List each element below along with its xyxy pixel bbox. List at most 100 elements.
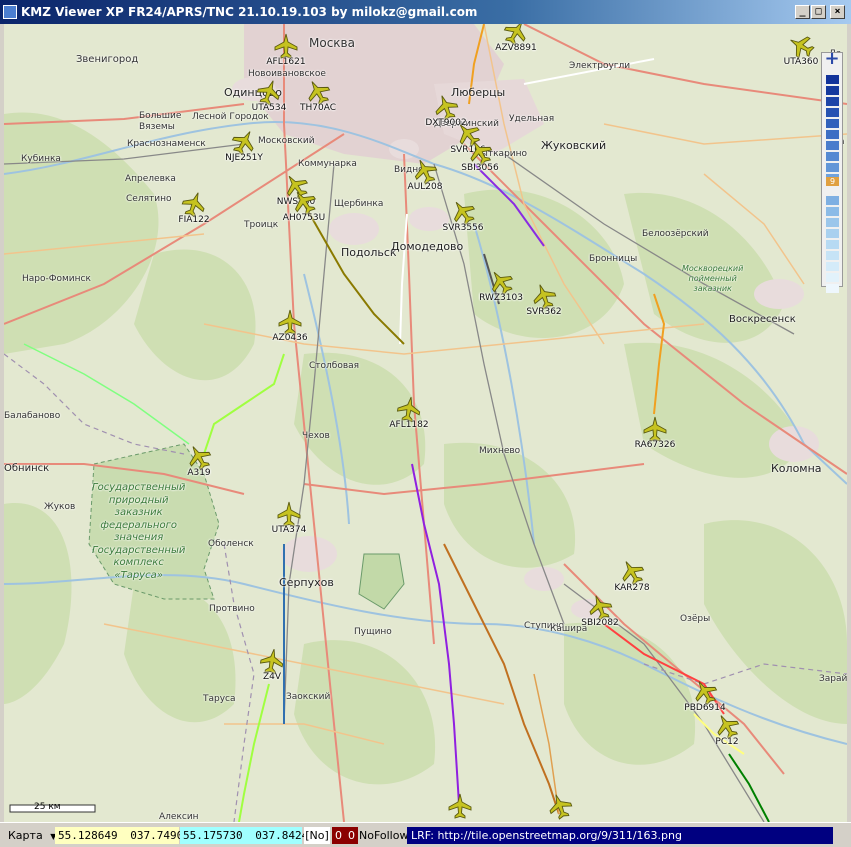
aircraft-marker[interactable] [433, 94, 459, 121]
place-label-podolsk: Подольск [341, 246, 397, 259]
place-label-obninsk: Обнинск [4, 463, 50, 474]
zoom-level-segment[interactable] [826, 262, 839, 271]
aircraft-callsign: PC12 [715, 737, 739, 747]
place-label-elektrougli: Электроугли [569, 61, 631, 71]
aircraft-marker[interactable] [276, 501, 302, 527]
aircraft-marker[interactable] [305, 79, 331, 106]
zoom-level-segment[interactable] [826, 207, 839, 216]
zoom-in-button[interactable]: + [824, 50, 840, 68]
zoom-level-segment[interactable] [826, 229, 839, 238]
follow-toggle[interactable]: NoFollow [359, 827, 408, 844]
zoom-level-segment[interactable] [826, 141, 839, 150]
aircraft-marker[interactable] [714, 713, 740, 740]
aircraft-marker[interactable] [692, 679, 718, 706]
zoom-level-segment[interactable] [826, 152, 839, 161]
aircraft-marker[interactable] [587, 594, 613, 621]
place-label-aleksin: Алексин [159, 812, 199, 822]
aircraft-marker[interactable] [256, 79, 282, 106]
zoom-control[interactable]: + 9 [821, 50, 843, 293]
aircraft-marker[interactable] [259, 648, 285, 675]
count-b: 0 [345, 827, 358, 844]
aircraft-marker[interactable] [231, 129, 257, 156]
maximize-button[interactable]: □ [811, 5, 826, 19]
place-label-belozerskiy: Белоозёрский [642, 229, 709, 239]
aircraft-marker[interactable] [412, 158, 438, 185]
count-a: 0 [332, 827, 345, 844]
airplane-icon [448, 793, 472, 819]
place-label-tarusa: Таруса [203, 694, 236, 704]
place-label-chekhov: Чехов [302, 431, 330, 441]
aircraft-callsign: AFL1182 [389, 420, 429, 430]
place-label-zhukovskiy: Жуковский [541, 139, 607, 152]
aircraft-callsign: AFL1621 [266, 57, 306, 67]
close-button[interactable]: × [830, 5, 845, 19]
aircraft-marker[interactable] [531, 283, 557, 310]
zoom-level-segment[interactable] [826, 284, 839, 293]
aircraft-callsign: SVR3556 [442, 223, 484, 233]
aircraft-marker[interactable] [186, 444, 212, 471]
airplane-icon [277, 501, 301, 527]
zoom-level-segment[interactable] [826, 108, 839, 117]
map-view[interactable]: Москва Звенигород Новоивановское Одинцово Бо… [4, 24, 847, 822]
cursor-lat: 55.128649 [58, 829, 118, 842]
aircraft-marker[interactable] [547, 793, 573, 820]
window-title: KMZ Viewer XP FR24/APRS/TNC 21.10.19.103… [21, 5, 478, 19]
zoom-level-segment[interactable] [826, 119, 839, 128]
zoom-level-segment[interactable] [826, 218, 839, 227]
place-label-domodedovo: Домодедово [391, 240, 464, 253]
place-label-protvino: Протвино [209, 604, 255, 614]
place-label-lyubertsy: Люберцы [451, 86, 506, 99]
place-label-shcherbinka: Щербинка [334, 199, 384, 209]
zoom-level-segment[interactable] [826, 97, 839, 106]
place-label-zaraysk: Зарайск [819, 674, 847, 684]
aircraft-marker[interactable] [642, 416, 668, 442]
aircraft-marker[interactable] [291, 189, 317, 216]
aircraft-marker[interactable] [788, 33, 815, 59]
aircraft-marker[interactable] [467, 139, 493, 166]
place-label-bolshie-vyazemy: Большие Вяземы [139, 111, 182, 133]
zoom-level-segment[interactable] [826, 75, 839, 84]
place-label-krasnoznamensk: Краснознаменск [127, 139, 206, 149]
place-label-zaoksky: Заокский [286, 692, 331, 702]
aircraft-marker[interactable] [488, 269, 514, 296]
scale-label: 25 км [34, 802, 61, 812]
place-label-selyatino: Селятино [126, 194, 172, 204]
tile-url: LRF: http://tile.openstreetmap.org/9/311… [407, 827, 833, 844]
aircraft-marker[interactable] [619, 559, 645, 586]
aircraft-marker[interactable] [273, 33, 299, 59]
app-window: KMZ Viewer XP FR24/APRS/TNC 21.10.19.103… [0, 0, 851, 847]
zoom-level-segment[interactable] [826, 196, 839, 205]
aircraft-callsign: TH70AC [300, 103, 336, 113]
place-label-moskovskiy: Московский [258, 136, 315, 146]
zoom-level-segment[interactable] [826, 86, 839, 95]
minimize-button[interactable]: _ [795, 5, 810, 19]
airplane-icon [643, 416, 667, 442]
aircraft-callsign: FIA122 [178, 215, 210, 225]
place-label-ozery: Озёры [680, 614, 711, 624]
center-lat: 55.175730 [183, 829, 243, 842]
aircraft-marker[interactable] [396, 396, 422, 423]
cursor-coords: 55.128649 037.749023 [55, 827, 196, 844]
place-label-aprelevka: Апрелевка [125, 174, 176, 184]
zoom-level: 9 [826, 177, 839, 186]
aircraft-callsign: AH0753U [282, 213, 326, 223]
zoom-level-segment[interactable] [826, 163, 839, 172]
zoom-level-segment[interactable] [826, 130, 839, 139]
aircraft-marker[interactable] [277, 309, 303, 335]
aircraft-marker[interactable] [503, 24, 529, 46]
title-bar[interactable]: KMZ Viewer XP FR24/APRS/TNC 21.10.19.103… [0, 0, 851, 24]
zoom-level-segment[interactable] [826, 273, 839, 282]
no-indicator[interactable]: [No] [304, 827, 330, 844]
aircraft-marker[interactable] [447, 793, 473, 819]
aircraft-marker[interactable] [181, 191, 207, 218]
place-label-serpukhov: Серпухов [279, 576, 334, 589]
place-label-stolbovaya: Столбовая [309, 361, 360, 371]
map-type-select[interactable]: Карта ▼ [4, 827, 56, 844]
aircraft-marker[interactable] [450, 199, 476, 226]
place-label-mikhnevo: Михнево [479, 446, 521, 456]
zoom-level-segment[interactable] [826, 251, 839, 260]
place-label-obolensk: Оболенск [208, 539, 254, 549]
place-label-moskvoretskiy: Москворецкий пойменный заказник [682, 264, 744, 293]
app-icon[interactable] [3, 5, 17, 19]
zoom-level-segment[interactable] [826, 240, 839, 249]
